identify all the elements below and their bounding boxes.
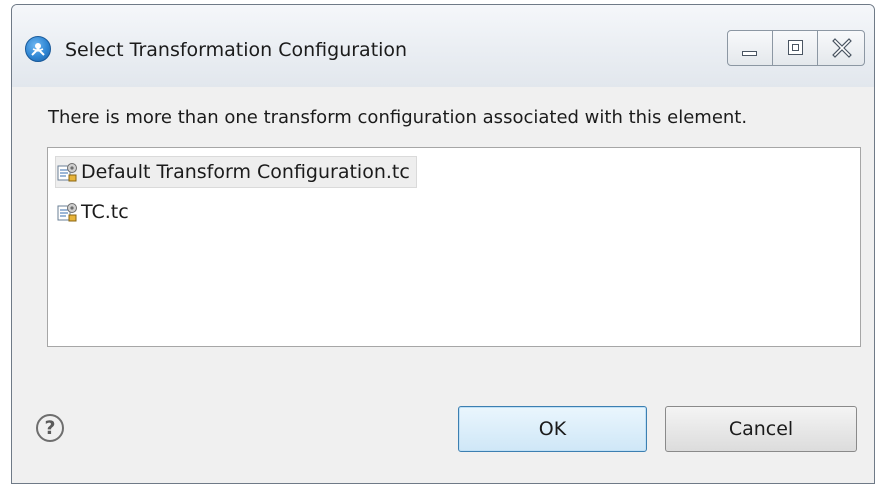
transform-config-icon (57, 163, 77, 182)
window-title: Select Transformation Configuration (65, 39, 408, 61)
configuration-list[interactable]: Default Transform Configuration.tc TC.tc (47, 147, 861, 347)
minimize-button[interactable] (727, 30, 773, 66)
maximize-button[interactable] (772, 30, 818, 66)
close-button[interactable] (817, 30, 865, 66)
app-icon (25, 36, 51, 62)
dialog-window: Select Transformation Configuration Ther… (11, 4, 875, 484)
minimize-icon (742, 51, 757, 56)
list-item-tc[interactable]: TC.tc (56, 196, 135, 228)
help-icon[interactable]: ? (36, 414, 64, 442)
window-controls (727, 30, 865, 66)
list-item-label: TC.tc (81, 201, 129, 223)
maximize-icon (788, 40, 803, 55)
title-bar[interactable]: Select Transformation Configuration (12, 5, 874, 87)
close-icon (832, 38, 852, 58)
ok-button[interactable]: OK (458, 406, 647, 452)
list-item-default-transform-configuration[interactable]: Default Transform Configuration.tc (55, 156, 417, 188)
transform-config-icon (57, 203, 77, 222)
cancel-button[interactable]: Cancel (665, 406, 857, 452)
list-item-label: Default Transform Configuration.tc (81, 161, 410, 183)
dialog-message: There is more than one transform configu… (48, 107, 748, 128)
